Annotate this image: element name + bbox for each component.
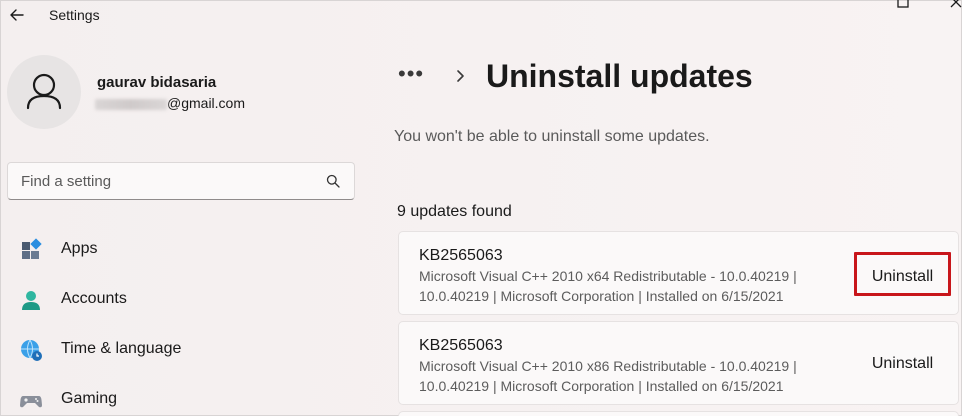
sidebar-item-label: Gaming	[61, 390, 118, 407]
update-details-line: Microsoft Visual C++ 2010 x64 Redistribu…	[419, 268, 797, 284]
sidebar-item-apps[interactable]: Apps	[15, 230, 355, 270]
update-kb-number: KB2565063	[419, 337, 503, 354]
apps-icon	[22, 238, 42, 259]
accounts-icon	[22, 291, 40, 310]
sidebar-item-label: Apps	[61, 240, 98, 257]
update-kb-number: KB2565063	[419, 247, 503, 264]
page-title: Uninstall updates	[486, 58, 753, 94]
page-subtitle: You won't be able to uninstall some upda…	[394, 128, 710, 145]
globe-clock-icon	[21, 339, 42, 361]
user-email: @gmail.com	[95, 95, 245, 111]
avatar[interactable]	[7, 55, 81, 129]
close-icon[interactable]	[949, 0, 962, 9]
email-redaction	[95, 98, 167, 110]
update-details: Microsoft Visual C++ 2010 x64 Redistribu…	[419, 266, 839, 306]
user-icon	[26, 73, 62, 110]
settings-window: Settings gaurav bidasaria @gmail.com Fin…	[0, 0, 962, 416]
uninstall-button[interactable]: Uninstall	[854, 252, 951, 296]
search-input[interactable]: Find a setting	[7, 162, 355, 200]
update-card: KB2565063 Microsoft Visual C++ 2010 x86 …	[398, 321, 959, 405]
gamepad-icon	[20, 396, 42, 408]
app-title: Settings	[49, 7, 100, 23]
update-details: Microsoft Visual C++ 2010 x86 Redistribu…	[419, 356, 839, 396]
back-arrow-icon	[10, 9, 24, 21]
update-details-line: 10.0.40219 | Microsoft Corporation | Ins…	[419, 288, 784, 304]
back-button[interactable]	[7, 5, 27, 25]
update-card-partial	[398, 411, 959, 416]
uninstall-button[interactable]: Uninstall	[854, 342, 951, 386]
search-placeholder: Find a setting	[21, 173, 112, 190]
sidebar-item-label: Time & language	[61, 340, 182, 357]
user-name: gaurav bidasaria	[97, 74, 217, 91]
email-domain: @gmail.com	[167, 95, 246, 111]
sidebar-item-accounts[interactable]: Accounts	[15, 280, 355, 320]
chevron-right-icon	[457, 70, 464, 82]
breadcrumb-more-button[interactable]: •••	[398, 61, 424, 87]
maximize-icon[interactable]	[896, 0, 910, 9]
updates-count: 9 updates found	[397, 203, 512, 220]
update-details-line: Microsoft Visual C++ 2010 x86 Redistribu…	[419, 358, 797, 374]
title-bar: Settings	[1, 0, 962, 31]
search-icon	[326, 174, 340, 188]
sidebar-item-gaming[interactable]: Gaming	[15, 380, 355, 416]
sidebar-item-time-language[interactable]: Time & language	[15, 330, 355, 370]
sidebar-item-label: Accounts	[61, 290, 127, 307]
update-details-line: 10.0.40219 | Microsoft Corporation | Ins…	[419, 378, 784, 394]
update-card: KB2565063 Microsoft Visual C++ 2010 x64 …	[398, 231, 959, 315]
